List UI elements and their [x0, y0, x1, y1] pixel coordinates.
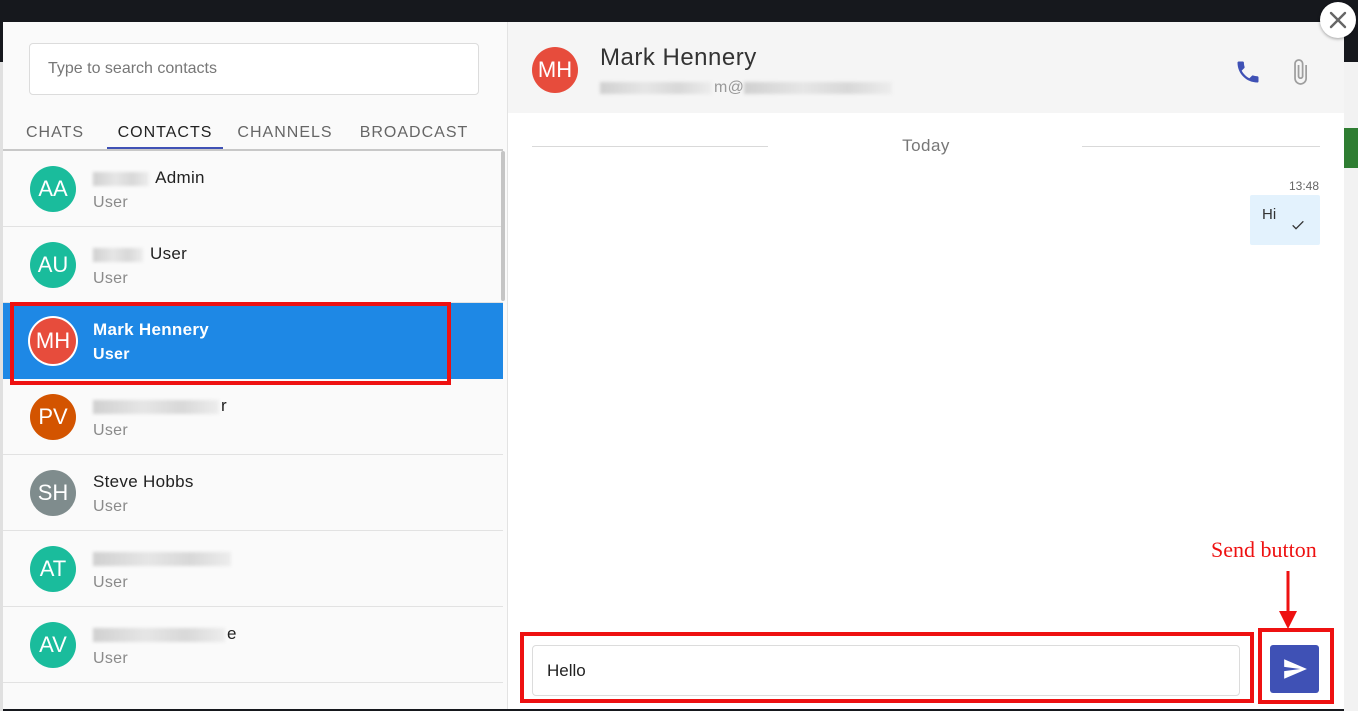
- chat-header: MH Mark Hennery m@: [508, 22, 1344, 113]
- redacted-text: [600, 81, 712, 94]
- contact-tabs: CHATS CONTACTS CHANNELS BROADCAST: [3, 118, 507, 150]
- avatar: AV: [30, 622, 76, 668]
- avatar: PV: [30, 394, 76, 440]
- annotation-label: Send button: [1211, 537, 1317, 562]
- paperclip-icon[interactable]: [1286, 58, 1314, 86]
- contact-item[interactable]: AT User: [3, 531, 503, 607]
- close-icon: [1320, 11, 1356, 42]
- day-separator: Today: [532, 135, 1320, 157]
- highlight-selected-contact: [10, 302, 451, 385]
- contact-name: [93, 548, 233, 568]
- redacted-text: [93, 399, 219, 414]
- tab-contacts[interactable]: CONTACTS: [107, 118, 223, 150]
- contact-item[interactable]: AV e User: [3, 607, 503, 683]
- contact-item[interactable]: AU User User: [3, 227, 503, 303]
- search-contacts-input[interactable]: [29, 43, 479, 95]
- annotation-arrow: [1276, 571, 1300, 631]
- phone-icon[interactable]: [1234, 58, 1262, 86]
- contact-list-scrollbar[interactable]: [501, 151, 505, 301]
- contact-list: AA Admin User AU User User MH Mark Henne…: [3, 151, 503, 709]
- contact-name: Admin: [93, 168, 205, 188]
- chat-contact-email: m@: [600, 79, 894, 97]
- contact-name: r: [93, 396, 227, 416]
- chat-contact-name: Mark Hennery: [600, 44, 757, 71]
- contact-role: User: [93, 422, 128, 439]
- contact-role: User: [93, 498, 128, 515]
- contact-name: Steve Hobbs: [93, 472, 194, 491]
- contact-role: User: [93, 574, 128, 591]
- contact-role: User: [93, 270, 128, 287]
- message-time: 13:48: [1288, 179, 1319, 193]
- avatar: AT: [30, 546, 76, 592]
- close-dialog-button[interactable]: [1320, 2, 1356, 38]
- day-label: Today: [902, 136, 950, 155]
- message-text: Hi: [1262, 206, 1277, 223]
- contact-item[interactable]: AA Admin User: [3, 151, 503, 227]
- avatar: AA: [30, 166, 76, 212]
- tab-channels[interactable]: CHANNELS: [229, 118, 341, 150]
- contact-role: User: [93, 650, 128, 667]
- redacted-text: [93, 247, 143, 262]
- check-icon: [1290, 217, 1306, 233]
- background-green-button: [1344, 128, 1358, 168]
- highlight-send-button: [1258, 628, 1334, 704]
- conversation-pane: MH Mark Hennery m@ Today 13:48 Hi: [508, 22, 1344, 709]
- avatar: MH: [532, 47, 578, 93]
- contact-name: User: [93, 244, 187, 264]
- tab-chats[interactable]: CHATS: [3, 118, 107, 150]
- message-bubble: Hi: [1250, 195, 1320, 245]
- contact-item[interactable]: PV r User: [3, 379, 503, 455]
- redacted-text: [93, 551, 231, 566]
- tab-broadcast[interactable]: BROADCAST: [351, 118, 477, 150]
- avatar: AU: [30, 242, 76, 288]
- contact-name: e: [93, 624, 237, 644]
- contact-item[interactable]: SH Steve Hobbs User: [3, 455, 503, 531]
- redacted-text: [93, 627, 225, 642]
- avatar: SH: [30, 470, 76, 516]
- highlight-message-input: [520, 632, 1254, 703]
- redacted-text: [93, 171, 149, 186]
- contact-role: User: [93, 194, 128, 211]
- redacted-text: [744, 81, 893, 94]
